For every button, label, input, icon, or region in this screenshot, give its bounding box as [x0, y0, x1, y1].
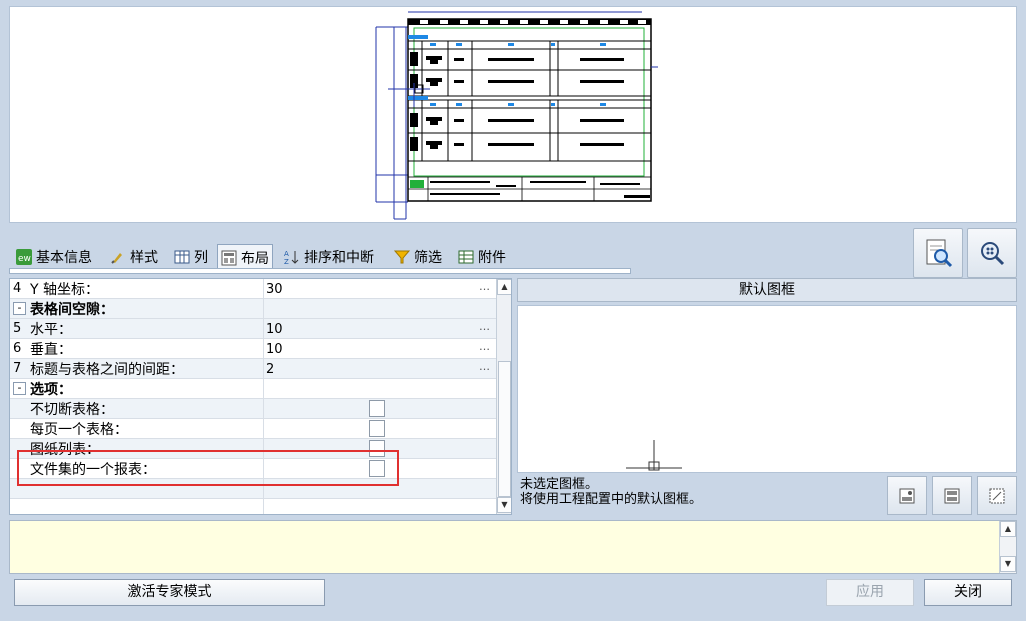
- tab-label: 排序和中断: [304, 250, 374, 266]
- layout-icon: [221, 250, 237, 266]
- tab-style[interactable]: 样式: [107, 244, 161, 270]
- tab-basic-info[interactable]: ew 基本信息: [13, 244, 95, 270]
- row-number: 5: [13, 321, 22, 336]
- svg-text:Z: Z: [284, 258, 289, 265]
- svg-text:A: A: [284, 250, 289, 258]
- expert-mode-button[interactable]: 激活专家模式: [14, 579, 325, 606]
- columns-icon: [174, 249, 190, 265]
- svg-text:ew: ew: [18, 254, 31, 264]
- tab-layout[interactable]: 布局: [217, 244, 273, 270]
- tab-label: 样式: [130, 250, 158, 266]
- tab-filter[interactable]: 筛选: [391, 244, 445, 270]
- one-table-per-page-cell: [263, 419, 496, 439]
- page-preview-icon: [926, 239, 953, 268]
- zoom-icon: [981, 242, 1005, 266]
- horizontal-field[interactable]: 10 …: [263, 319, 496, 339]
- field-value: 30: [266, 281, 283, 297]
- no-break-table-cell: [263, 399, 496, 419]
- frame-remove-icon: [989, 488, 1005, 503]
- row-number: 7: [13, 361, 22, 376]
- brush-icon: [110, 249, 126, 265]
- frame-preview: [517, 305, 1017, 473]
- one-table-per-page-checkbox[interactable]: [369, 420, 385, 437]
- ew-app-icon: ew: [16, 249, 32, 265]
- apply-button[interactable]: 应用: [826, 579, 914, 606]
- collapse-icon[interactable]: -: [13, 302, 26, 315]
- tab-label: 附件: [478, 250, 506, 266]
- ellipsis-button[interactable]: …: [479, 360, 490, 373]
- frame-info-line: 将使用工程配置中的默认图框。: [520, 492, 703, 507]
- description-textarea[interactable]: ▲ ▼: [9, 520, 1017, 574]
- group-label: 表格间空隙：: [30, 301, 114, 318]
- row-vertical[interactable]: 6 垂直： 10 …: [10, 339, 496, 359]
- tab-label: 列: [194, 250, 208, 266]
- grid-scrollbar[interactable]: ▲ ▼: [496, 279, 511, 514]
- group-value-cell: [263, 379, 496, 399]
- group-label: 选项：: [30, 381, 72, 398]
- frame-edit-icon: [944, 488, 960, 503]
- ellipsis-button[interactable]: …: [479, 320, 490, 333]
- tab-label: 基本信息: [36, 250, 92, 266]
- preview-page-button[interactable]: [913, 228, 963, 278]
- empty-row: [10, 499, 496, 514]
- frame-info: 未选定图框。 将使用工程配置中的默认图框。: [517, 476, 881, 514]
- row-label: Y 轴坐标：: [30, 281, 100, 298]
- vertical-field[interactable]: 10 …: [263, 339, 496, 359]
- highlight-box: [17, 450, 399, 486]
- row-horizontal[interactable]: 5 水平： 10 …: [10, 319, 496, 339]
- row-label: 标题与表格之间的间距：: [30, 361, 184, 378]
- tab-label: 布局: [241, 250, 269, 267]
- group-options[interactable]: - 选项：: [10, 379, 496, 399]
- tab-columns[interactable]: 列: [171, 244, 211, 270]
- tab-attachment[interactable]: 附件: [455, 244, 509, 270]
- funnel-icon: [393, 249, 411, 265]
- y-coordinate-field[interactable]: 30 …: [263, 279, 496, 299]
- description-scrollbar[interactable]: ▲ ▼: [999, 521, 1016, 573]
- row-label: 垂直：: [30, 341, 72, 358]
- sort-az-icon: AZ: [284, 249, 300, 266]
- scroll-down-icon[interactable]: ▼: [1000, 556, 1016, 572]
- frame-info-line: 未选定图框。: [520, 477, 599, 492]
- layout-preview: [9, 6, 1017, 223]
- scroll-thumb[interactable]: [498, 361, 511, 497]
- row-title-spacing[interactable]: 7 标题与表格之间的间距： 2…: [10, 359, 496, 379]
- zoom-button[interactable]: [967, 228, 1017, 278]
- tab-bar: ew 基本信息 样式 列 布局 AZ 排序和中断 筛选 附件: [9, 244, 629, 270]
- row-one-table-per-page[interactable]: 每页一个表格：: [10, 419, 496, 439]
- group-table-spacing[interactable]: - 表格间空隙：: [10, 299, 496, 319]
- frame-origin-icon: [626, 440, 682, 471]
- field-value: 10: [266, 321, 283, 337]
- field-value: 10: [266, 341, 283, 357]
- row-y-coordinate[interactable]: 4 Y 轴坐标： 30 …: [10, 279, 496, 299]
- row-label: 每页一个表格：: [30, 421, 128, 438]
- ellipsis-button[interactable]: …: [479, 340, 490, 353]
- frame-select-icon: [899, 488, 915, 503]
- row-number: 4: [13, 281, 22, 296]
- group-value-cell: [263, 299, 496, 319]
- title-spacing-field[interactable]: 2…: [263, 359, 496, 379]
- tab-sort-break[interactable]: AZ 排序和中断: [281, 244, 377, 270]
- remove-frame-button[interactable]: [977, 476, 1017, 515]
- ellipsis-button[interactable]: …: [479, 280, 490, 293]
- scroll-up-icon[interactable]: ▲: [497, 279, 511, 295]
- scroll-down-icon[interactable]: ▼: [497, 497, 511, 513]
- tab-scroll-track: [9, 268, 631, 274]
- default-frame-header: 默认图框: [517, 278, 1017, 302]
- close-button[interactable]: 关闭: [924, 579, 1012, 606]
- tab-label: 筛选: [414, 250, 442, 266]
- scroll-up-icon[interactable]: ▲: [1000, 521, 1016, 537]
- attachment-table-icon: [458, 249, 474, 265]
- collapse-icon[interactable]: -: [13, 382, 26, 395]
- row-no-break-table[interactable]: 不切断表格：: [10, 399, 496, 419]
- empty-value-cell: [263, 499, 496, 514]
- row-number: 6: [13, 341, 22, 356]
- select-frame-button[interactable]: [887, 476, 927, 515]
- row-label: 水平：: [30, 321, 72, 338]
- edit-frame-button[interactable]: [932, 476, 972, 515]
- row-label: 不切断表格：: [30, 401, 114, 418]
- no-break-table-checkbox[interactable]: [369, 400, 385, 417]
- field-value: 2: [266, 361, 275, 377]
- drawing-preview-icon: [375, 11, 658, 220]
